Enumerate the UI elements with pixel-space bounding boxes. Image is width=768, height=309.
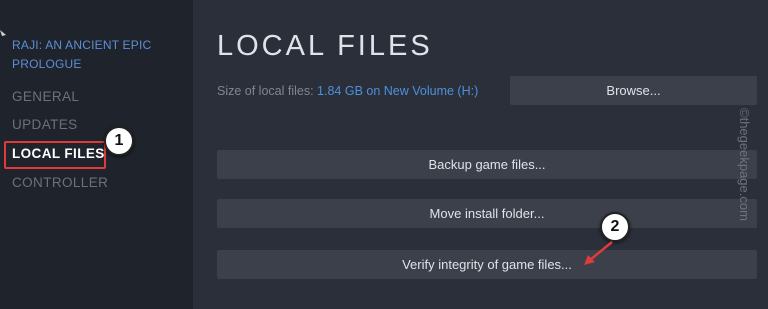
local-files-highlight-box [4, 141, 106, 169]
step-badge-1: 1 [104, 126, 134, 156]
sidebar-item-controller[interactable]: CONTROLLER [12, 175, 108, 190]
browse-button[interactable]: Browse... [510, 76, 757, 105]
move-install-folder-button[interactable]: Move install folder... [217, 199, 757, 228]
page-title: LOCAL FILES [217, 30, 433, 62]
sidebar-item-updates[interactable]: UPDATES [12, 117, 78, 132]
cursor-icon [0, 30, 6, 36]
watermark: ©thegeekpage.com [737, 108, 752, 221]
sidebar-item-general[interactable]: GENERAL [12, 89, 79, 104]
game-title: RAJI: AN ANCIENT EPIC PROLOGUE [12, 38, 152, 71]
size-label-text: Size of local files: [217, 84, 318, 98]
backup-game-files-button[interactable]: Backup game files... [217, 150, 757, 179]
red-arrow-icon [584, 241, 613, 265]
local-files-size: Size of local files: 1.84 GB on New Volu… [217, 84, 478, 98]
verify-integrity-button[interactable]: Verify integrity of game files... [217, 250, 757, 279]
size-value-link[interactable]: 1.84 GB on New Volume (H:) [317, 84, 478, 98]
